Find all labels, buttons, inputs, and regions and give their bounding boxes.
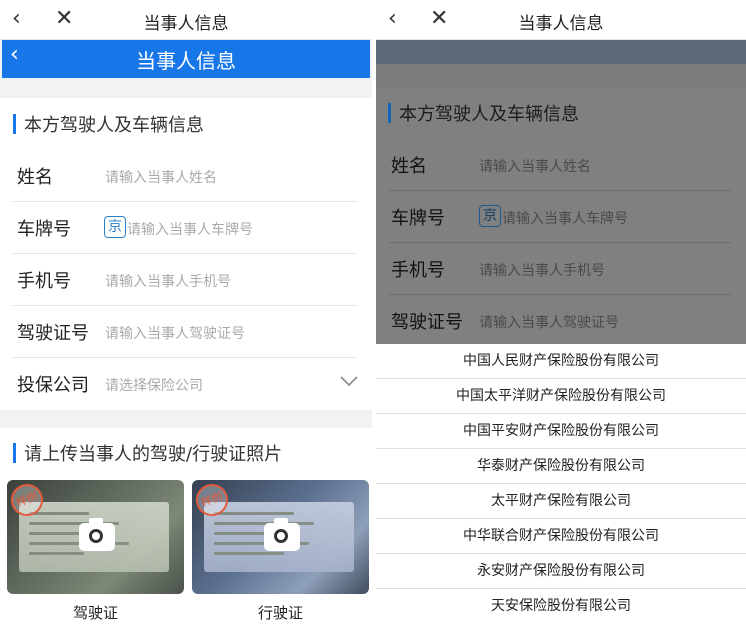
insurer-option[interactable]: 太平财产保险有限公司	[376, 484, 746, 519]
plate-field: 车牌号 京 请输入当事人车牌号	[376, 191, 746, 243]
phone-field: 手机号 请输入当事人手机号	[376, 243, 746, 295]
vehicle-license-caption: 行驶证	[257, 604, 303, 622]
insurer-select[interactable]: 请选择保险公司	[105, 375, 203, 395]
insurer-picker: 中国人民财产保险股份有限公司 中国太平洋财产保险股份有限公司 中国平安财产保险股…	[376, 344, 746, 633]
driver-license-upload[interactable]: 样例	[7, 480, 184, 594]
name-input: 请输入当事人姓名	[479, 159, 591, 175]
phone-label: 手机号	[17, 271, 71, 292]
insurer-option[interactable]: 中国平安财产保险股份有限公司	[376, 414, 746, 449]
top-navigation-bar: ‹ ✕ 当事人信息	[0, 0, 372, 40]
license-input[interactable]: 请输入当事人驾驶证号	[105, 323, 245, 343]
plate-label: 车牌号	[17, 219, 71, 240]
right-screen: ‹ ✕ 当事人信息 本方驾驶人及车辆信息 姓名 请输入当事人姓名 车牌号 京 请…	[376, 0, 746, 633]
dimmed-form-overlay[interactable]: 本方驾驶人及车辆信息 姓名 请输入当事人姓名 车牌号 京 请输入当事人车牌号 手…	[376, 40, 746, 347]
chevron-down-icon[interactable]	[340, 370, 358, 391]
name-field[interactable]: 姓名 请输入当事人姓名	[0, 150, 372, 202]
section-accent-bar	[13, 443, 16, 463]
section-accent-bar	[388, 103, 391, 123]
camera-icon[interactable]	[79, 518, 115, 551]
insurer-option[interactable]: 中华联合财产保险股份有限公司	[376, 519, 746, 554]
license-label: 驾驶证号	[391, 312, 463, 333]
insurer-field[interactable]: 投保公司 请选择保险公司	[0, 358, 372, 410]
plate-field[interactable]: 车牌号 京 请输入当事人车牌号	[0, 202, 372, 254]
phone-label: 手机号	[391, 260, 445, 281]
license-field[interactable]: 驾驶证号 请输入当事人驾驶证号	[0, 306, 372, 358]
plate-input[interactable]: 请输入当事人车牌号	[127, 219, 253, 239]
plate-prefix-selector: 京	[479, 205, 501, 227]
section-upload: 请上传当事人的驾驶/行驶证照片	[0, 428, 372, 478]
insurer-option[interactable]: 中国人民财产保险股份有限公司	[376, 344, 746, 379]
camera-icon[interactable]	[264, 518, 300, 551]
dimmed-header	[376, 40, 746, 64]
section-title: 本方驾驶人及车辆信息	[24, 115, 204, 136]
name-field: 姓名 请输入当事人姓名	[376, 139, 746, 191]
plate-input: 请输入当事人车牌号	[502, 211, 628, 227]
phone-input: 请输入当事人手机号	[479, 263, 605, 279]
top-navigation-bar: ‹ ✕ 当事人信息	[376, 0, 746, 40]
driver-license-caption: 驾驶证	[72, 604, 118, 622]
upload-title: 请上传当事人的驾驶/行驶证照片	[24, 444, 283, 465]
insurer-label: 投保公司	[17, 375, 89, 396]
section-title: 本方驾驶人及车辆信息	[399, 104, 579, 125]
license-field: 驾驶证号 请输入当事人驾驶证号	[376, 295, 746, 347]
page-title: 当事人信息	[143, 14, 229, 34]
insurer-option[interactable]: 天安保险股份有限公司	[376, 589, 746, 624]
section-driver-vehicle: 本方驾驶人及车辆信息	[0, 98, 372, 150]
phone-field[interactable]: 手机号 请输入当事人手机号	[0, 254, 372, 306]
left-screen: ‹ ✕ 当事人信息 ‹ 当事人信息 本方驾驶人及车辆信息 姓名 请输入当事人姓名…	[0, 0, 372, 633]
page-title: 当事人信息	[518, 14, 604, 34]
license-input: 请输入当事人驾驶证号	[479, 315, 619, 331]
upload-area: 样例 样例 驾驶证 行驶证	[0, 478, 372, 633]
plate-label: 车牌号	[391, 208, 445, 229]
insurer-option[interactable]: 中国太平洋财产保险股份有限公司	[376, 379, 746, 414]
section-accent-bar	[13, 114, 16, 134]
vehicle-license-upload[interactable]: 样例	[192, 480, 369, 594]
name-label: 姓名	[17, 167, 53, 188]
insurer-option[interactable]: 永安财产保险股份有限公司	[376, 554, 746, 589]
license-label: 驾驶证号	[17, 323, 89, 344]
blue-header: ‹ 当事人信息	[2, 40, 370, 78]
section-driver-vehicle: 本方驾驶人及车辆信息	[376, 87, 746, 139]
name-input[interactable]: 请输入当事人姓名	[105, 167, 217, 187]
plate-prefix-selector[interactable]: 京	[104, 216, 126, 238]
insurer-option[interactable]: 华泰财产保险股份有限公司	[376, 449, 746, 484]
name-label: 姓名	[391, 156, 427, 177]
header-title: 当事人信息	[136, 49, 236, 73]
phone-input[interactable]: 请输入当事人手机号	[105, 271, 231, 291]
